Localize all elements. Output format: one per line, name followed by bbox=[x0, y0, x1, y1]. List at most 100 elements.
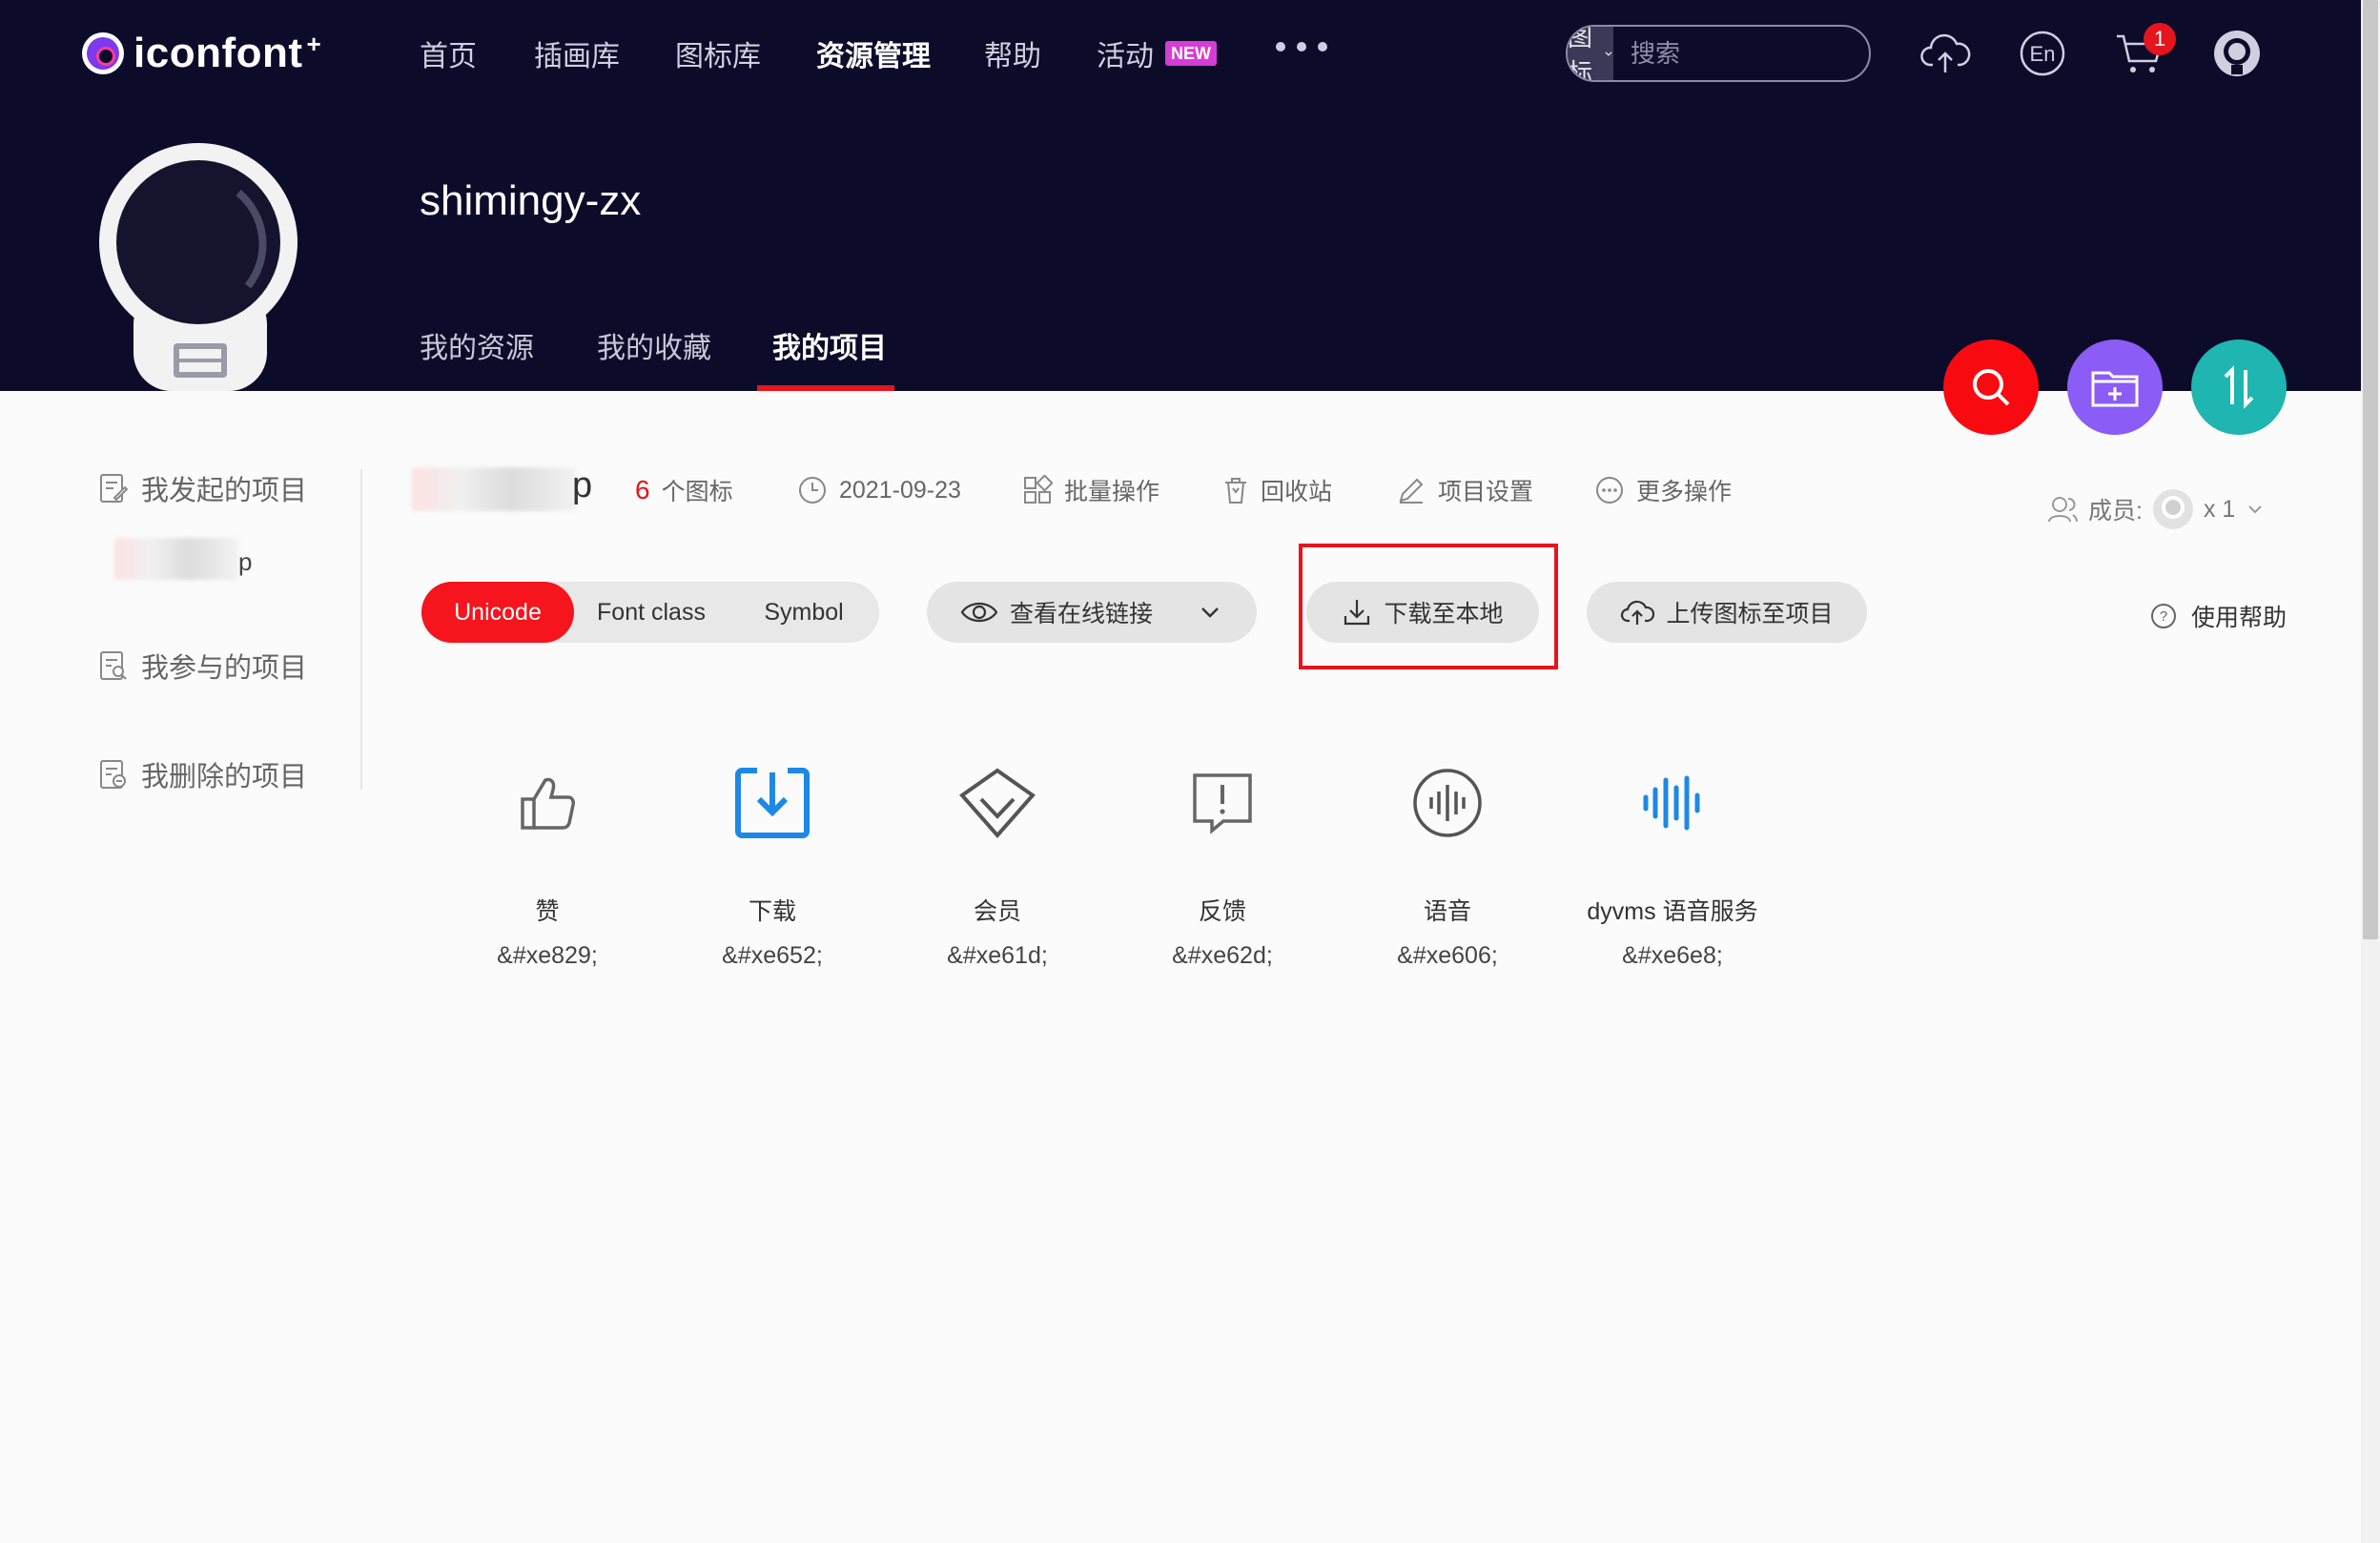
project-item[interactable]: p bbox=[238, 547, 252, 577]
members-dropdown[interactable]: 成员: x 1 bbox=[2046, 488, 2266, 530]
logo-plus: + bbox=[306, 29, 321, 58]
icon-name: 下载 bbox=[748, 898, 796, 925]
tab-my-favorites[interactable]: 我的收藏 bbox=[597, 324, 711, 370]
more-nav-icon[interactable] bbox=[1276, 42, 1327, 51]
search-type-select[interactable]: 图标 bbox=[1568, 25, 1614, 82]
user-avatar-icon[interactable] bbox=[2210, 27, 2264, 80]
edit-doc-icon bbox=[100, 474, 128, 503]
seg-symbol[interactable]: Symbol bbox=[728, 582, 879, 643]
nav-home[interactable]: 首页 bbox=[420, 29, 477, 78]
icon-card-voice[interactable]: 语音 &#xe606; bbox=[1335, 763, 1560, 982]
icon-code: &#xe6e8; bbox=[1622, 942, 1723, 969]
view-online-link-button[interactable]: 查看在线链接 bbox=[927, 582, 1257, 643]
batch-operation-button[interactable]: 批量操作 bbox=[1022, 471, 1159, 509]
icon-name: 会员 bbox=[973, 898, 1021, 925]
upload-cloud-icon[interactable] bbox=[1918, 27, 1972, 80]
cart-count-badge: 1 bbox=[2144, 23, 2176, 55]
icon-card-member[interactable]: 会员 &#xe61d; bbox=[885, 763, 1110, 982]
fab-search-button[interactable] bbox=[1943, 339, 2039, 435]
nav-illustration[interactable]: 插画库 bbox=[534, 29, 620, 78]
nav-icon-library[interactable]: 图标库 bbox=[675, 29, 761, 78]
icon-code: &#xe829; bbox=[497, 942, 598, 969]
upload-icons-label: 上传图标至项目 bbox=[1666, 601, 1834, 627]
nav-activity-label: 活动 bbox=[1097, 41, 1154, 72]
search-doc-icon bbox=[100, 651, 127, 680]
search-icon bbox=[1973, 369, 2010, 406]
scrollbar-thumb[interactable] bbox=[2363, 0, 2378, 939]
iconfont-logo[interactable]: iconfont + bbox=[82, 27, 321, 80]
deleted-doc-icon bbox=[100, 760, 126, 789]
nav-help[interactable]: 帮助 bbox=[984, 29, 1041, 78]
search-input[interactable] bbox=[1613, 27, 1869, 80]
icon-code: &#xe61d; bbox=[947, 942, 1048, 969]
pencil-icon bbox=[1399, 478, 1424, 504]
search-type-label: 图标 bbox=[1568, 25, 1593, 82]
svg-text:En: En bbox=[2030, 42, 2056, 66]
icon-card-feedback[interactable]: 反馈 &#xe62d; bbox=[1110, 763, 1335, 982]
icon-count-unit: 个图标 bbox=[661, 479, 733, 505]
nav-participated-projects[interactable]: 我参与的项目 bbox=[99, 645, 307, 687]
chevron-down-icon bbox=[1605, 51, 1612, 56]
usage-help-link[interactable]: ? 使用帮助 bbox=[2149, 599, 2287, 633]
thumbs-up-icon bbox=[507, 763, 587, 843]
seg-unicode[interactable]: Unicode bbox=[421, 582, 574, 643]
fab-new-folder-button[interactable] bbox=[2067, 339, 2163, 435]
search-box: 图标 bbox=[1566, 25, 1871, 82]
profile-avatar bbox=[95, 143, 305, 391]
nav-participated-label: 我参与的项目 bbox=[141, 653, 308, 684]
project-title: p bbox=[572, 465, 593, 505]
tab-my-resources[interactable]: 我的资源 bbox=[420, 324, 534, 370]
more-operations-label: 更多操作 bbox=[1636, 479, 1733, 505]
view-online-link-label: 查看在线链接 bbox=[1009, 601, 1153, 627]
sidebar-divider bbox=[360, 469, 362, 790]
more-operations-button[interactable]: 更多操作 bbox=[1594, 471, 1732, 509]
header: iconfont + 首页 插画库 图标库 资源管理 帮助 活动 NEW 图标 … bbox=[0, 0, 2361, 391]
project-date: 2021-09-23 bbox=[797, 471, 961, 509]
usage-help-label: 使用帮助 bbox=[2191, 605, 2288, 631]
nav-initiated-label: 我发起的项目 bbox=[141, 476, 308, 506]
redacted-project-title bbox=[412, 467, 576, 511]
user-name: shimingy-zx bbox=[420, 177, 642, 224]
recycle-bin-button[interactable]: 回收站 bbox=[1222, 471, 1332, 509]
eye-icon bbox=[960, 602, 998, 623]
chevron-down-icon bbox=[1201, 607, 1219, 618]
download-icon bbox=[732, 763, 812, 843]
icon-card-voice-service[interactable]: dyvms 语音服务 &#xe6e8; bbox=[1560, 763, 1785, 982]
seg-font-class[interactable]: Font class bbox=[574, 582, 728, 643]
svg-text:?: ? bbox=[2160, 608, 2167, 625]
icon-name: 反馈 bbox=[1198, 898, 1246, 925]
nav-initiated-projects[interactable]: 我发起的项目 bbox=[99, 467, 307, 509]
nav-deleted-label: 我删除的项目 bbox=[141, 762, 308, 792]
new-badge: NEW bbox=[1165, 41, 1217, 66]
icon-name: dyvms 语音服务 bbox=[1587, 898, 1758, 925]
project-date-text: 2021-09-23 bbox=[839, 476, 961, 504]
members-count: x 1 bbox=[2203, 495, 2236, 523]
download-highlight-box bbox=[1299, 544, 1558, 669]
redacted-project-name bbox=[114, 538, 238, 580]
icon-name: 赞 bbox=[535, 898, 560, 925]
icon-card-like[interactable]: 赞 &#xe829; bbox=[435, 763, 660, 982]
logo-icon bbox=[82, 32, 124, 74]
icon-card-download[interactable]: 下载 &#xe652; bbox=[660, 763, 885, 982]
logo-text: iconfont bbox=[133, 30, 303, 76]
feedback-icon bbox=[1182, 763, 1262, 843]
fab-sort-button[interactable] bbox=[2191, 339, 2287, 435]
project-settings-button[interactable]: 项目设置 bbox=[1396, 471, 1533, 509]
code-type-segmented: Unicode Font class Symbol bbox=[421, 582, 879, 643]
tab-my-projects[interactable]: 我的项目 bbox=[772, 324, 887, 370]
project-settings-label: 项目设置 bbox=[1438, 479, 1534, 505]
nav-activity[interactable]: 活动 NEW bbox=[1097, 29, 1217, 78]
member-avatar-icon bbox=[2152, 489, 2193, 529]
member-diamond-icon bbox=[957, 763, 1037, 843]
upload-cloud-icon bbox=[1621, 600, 1655, 625]
icon-name: 语音 bbox=[1423, 898, 1471, 925]
nav-deleted-projects[interactable]: 我删除的项目 bbox=[99, 753, 307, 795]
batch-grid-icon bbox=[1024, 475, 1053, 504]
folder-add-icon bbox=[2091, 371, 2139, 407]
batch-operation-label: 批量操作 bbox=[1064, 479, 1160, 505]
language-en-icon[interactable]: En bbox=[2016, 27, 2069, 80]
nav-resource-management[interactable]: 资源管理 bbox=[816, 29, 931, 78]
chevron-down-icon bbox=[2248, 505, 2263, 514]
members-icon bbox=[2048, 497, 2078, 523]
upload-icons-button[interactable]: 上传图标至项目 bbox=[1587, 582, 1867, 643]
